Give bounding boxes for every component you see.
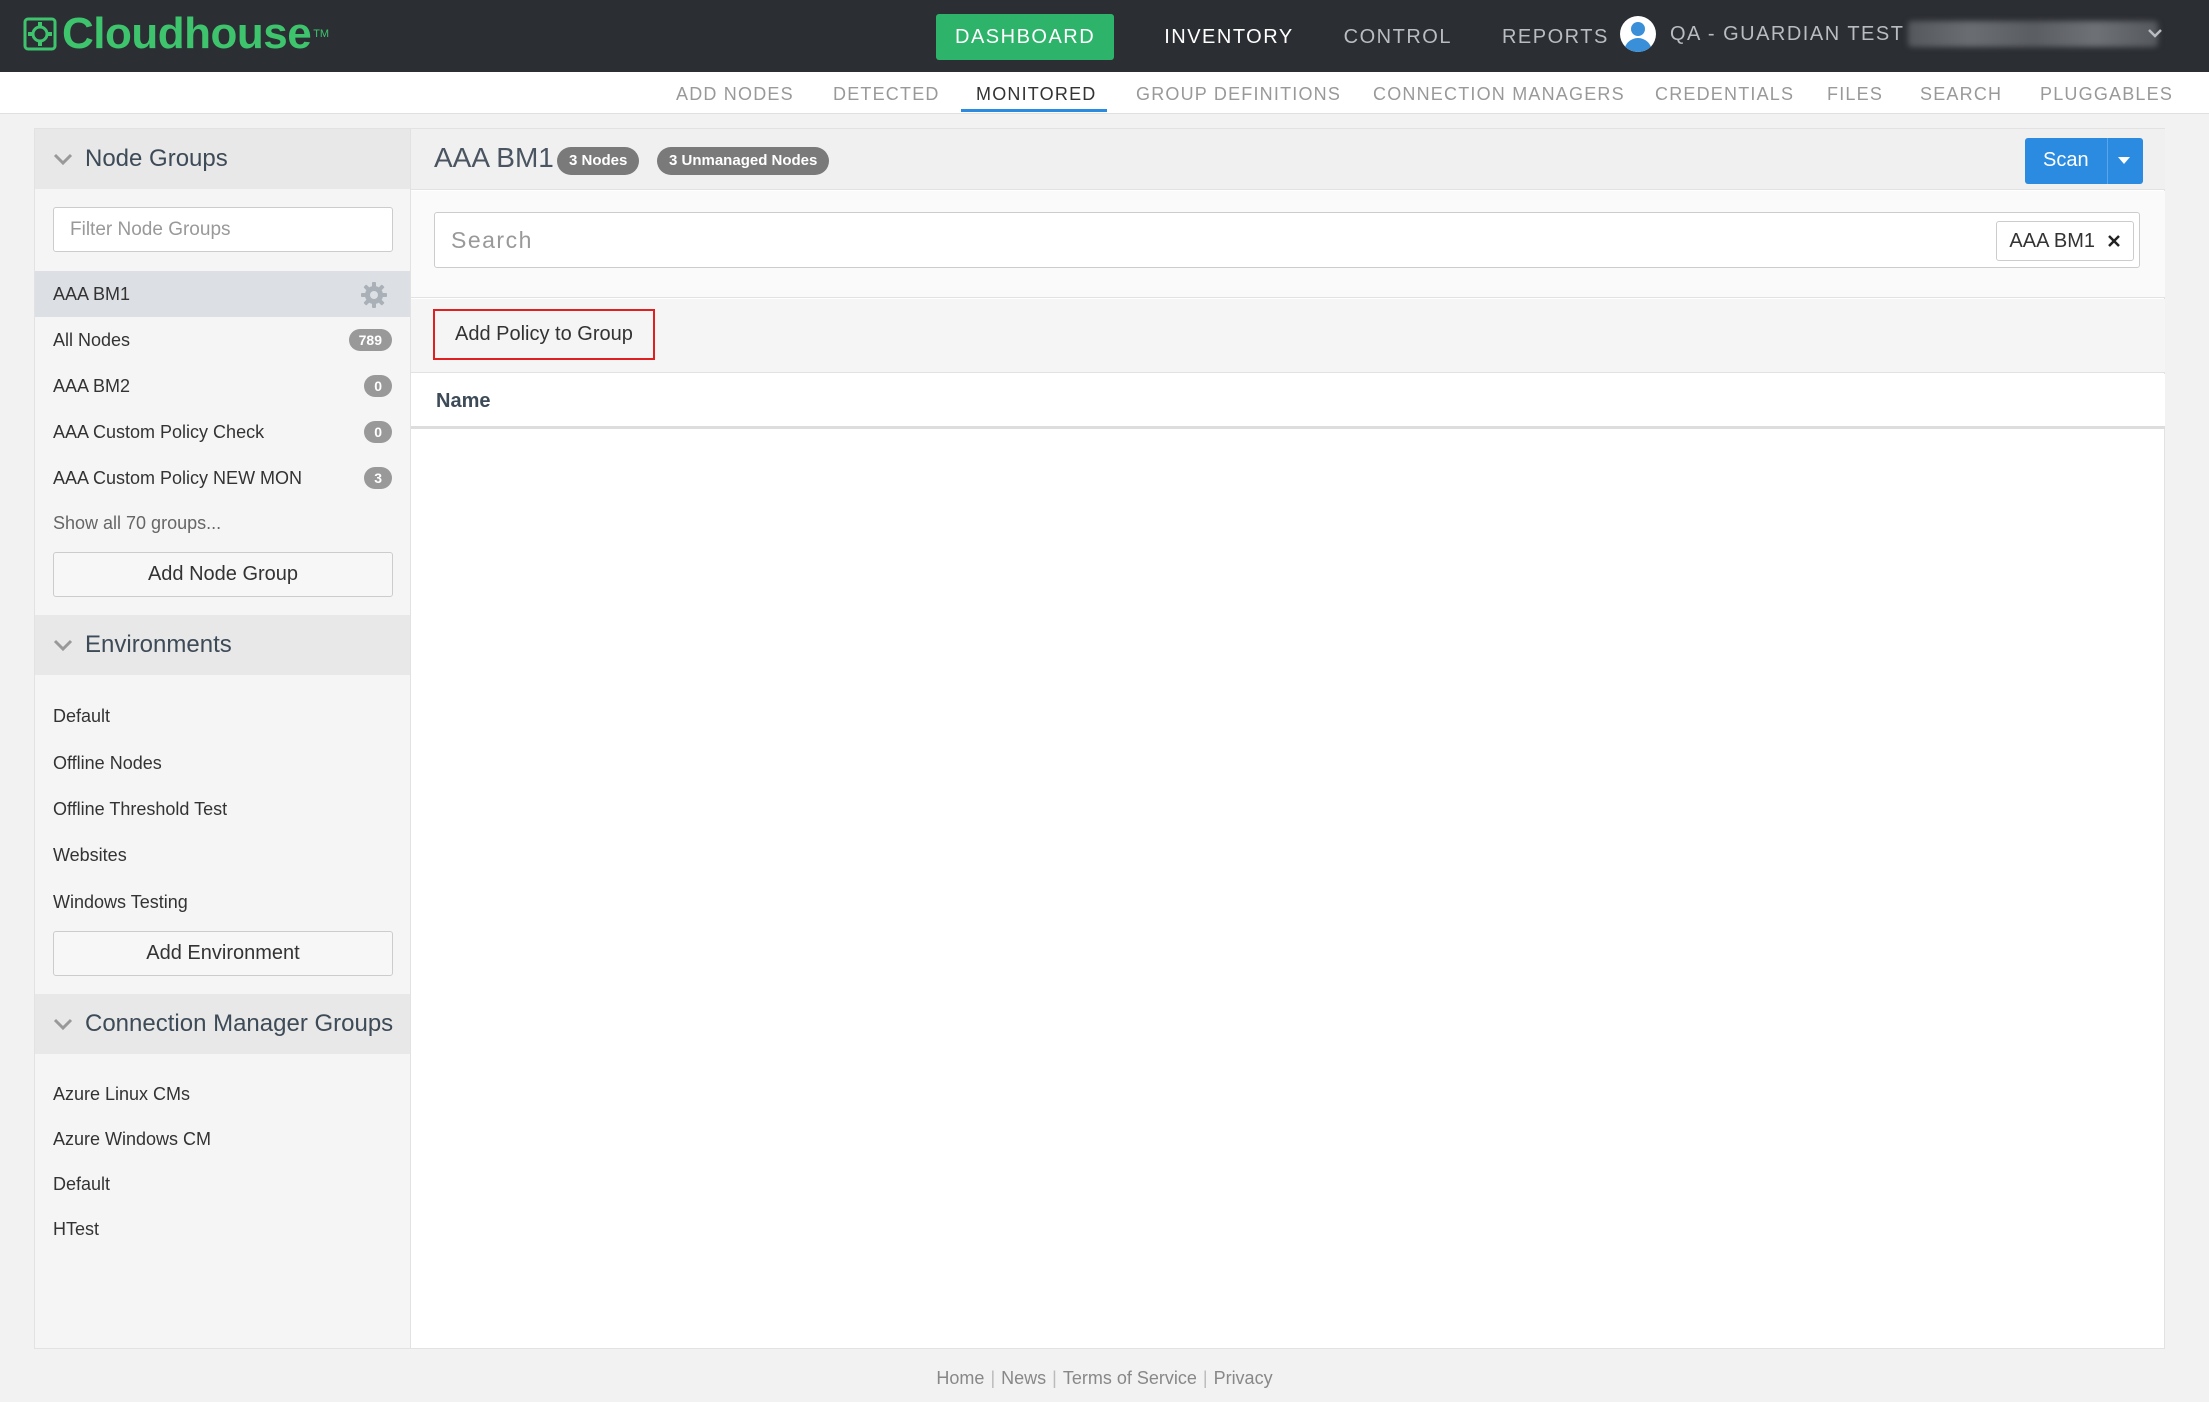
node-group-label: AAA Custom Policy Check: [53, 421, 265, 442]
node-count-badge: 0: [364, 421, 392, 443]
footer-link-terms[interactable]: Terms of Service: [1063, 1368, 1197, 1388]
environment-item[interactable]: Offline Threshold Test: [53, 799, 227, 820]
caret-down-icon[interactable]: [2118, 157, 2130, 164]
chevron-down-icon: [53, 153, 73, 166]
connection-manager-groups-header[interactable]: Connection Manager Groups: [35, 994, 410, 1054]
environment-item[interactable]: Offline Nodes: [53, 753, 162, 774]
node-group-label: AAA Custom Policy NEW MON: [53, 467, 303, 488]
add-node-group-button[interactable]: Add Node Group: [53, 552, 393, 597]
chevron-down-icon[interactable]: [2148, 26, 2162, 40]
table-header: Name: [411, 374, 2165, 429]
node-groups-title: Node Groups: [85, 145, 228, 172]
nodes-count-badge: 3 Nodes: [557, 147, 640, 175]
node-count-badge: 3: [364, 467, 392, 489]
sub-nav: ADD NODES DETECTED MONITORED GROUP DEFIN…: [0, 72, 2209, 114]
main-nav: DASHBOARD INVENTORY CONTROL REPORTS: [936, 14, 1659, 60]
scan-button-label: Scan: [2043, 149, 2089, 171]
node-group-label: AAA BM1: [53, 283, 131, 304]
scan-button-divider: [2107, 138, 2108, 184]
footer-link-home[interactable]: Home: [936, 1368, 984, 1388]
cloudhouse-logo-icon: [23, 17, 57, 51]
node-group-item[interactable]: AAA Custom Policy NEW MON 3: [35, 455, 410, 501]
node-group-item[interactable]: AAA BM1: [35, 271, 410, 317]
environment-item[interactable]: Default: [53, 706, 110, 727]
node-group-label: All Nodes: [53, 329, 131, 350]
environment-item[interactable]: Windows Testing: [53, 892, 188, 913]
node-group-label: AAA BM2: [53, 375, 131, 396]
connection-manager-groups-title: Connection Manager Groups: [85, 1010, 394, 1037]
action-bar: Add Policy to Group: [411, 299, 2165, 373]
logo-text: Cloudhouse: [62, 9, 312, 58]
node-group-item[interactable]: All Nodes 789: [35, 317, 410, 363]
node-group-item[interactable]: AAA Custom Policy Check 0: [35, 409, 410, 455]
footer-separator: |: [990, 1368, 996, 1388]
subnav-search[interactable]: SEARCH: [1920, 84, 2002, 105]
node-count-badge: 0: [364, 375, 392, 397]
node-groups-header[interactable]: Node Groups: [35, 129, 410, 189]
environments-header[interactable]: Environments: [35, 615, 410, 675]
content-area: AAA BM1 3 Nodes 3 Unmanaged Nodes Scan A…: [411, 129, 2165, 1348]
search-input[interactable]: [435, 213, 1935, 267]
top-bar: Cloudhouse TM DASHBOARD INVENTORY CONTRO…: [0, 0, 2209, 72]
chevron-down-icon: [53, 1018, 73, 1031]
environment-item[interactable]: Websites: [53, 845, 127, 866]
nav-dashboard-button[interactable]: DASHBOARD: [936, 14, 1115, 60]
unmanaged-nodes-badge: 3 Unmanaged Nodes: [657, 147, 830, 175]
cm-group-item[interactable]: HTest: [53, 1219, 99, 1240]
footer-separator: |: [1202, 1368, 1208, 1388]
redacted-account-name: [1908, 21, 2159, 47]
cm-group-item[interactable]: Azure Windows CM: [53, 1129, 211, 1150]
nav-reports[interactable]: REPORTS: [1502, 14, 1609, 60]
footer-link-news[interactable]: News: [1001, 1368, 1046, 1388]
filter-chip: AAA BM1: [1996, 221, 2134, 261]
search-row: AAA BM1: [411, 191, 2165, 298]
gear-icon[interactable]: [360, 281, 388, 309]
subnav-credentials[interactable]: CREDENTIALS: [1655, 84, 1794, 105]
user-name: QA - GUARDIAN TEST: [1670, 22, 1905, 45]
main-panel: Node Groups AAA BM1 A: [34, 128, 2165, 1349]
subnav-group-definitions[interactable]: GROUP DEFINITIONS: [1136, 84, 1341, 105]
user-avatar-icon: [1620, 16, 1656, 52]
subnav-add-nodes[interactable]: ADD NODES: [676, 84, 794, 105]
footer-separator: |: [1052, 1368, 1057, 1388]
subnav-pluggables[interactable]: PLUGGABLES: [2040, 84, 2173, 105]
subnav-monitored[interactable]: MONITORED: [976, 84, 1096, 105]
add-environment-button[interactable]: Add Environment: [53, 931, 393, 976]
cm-group-item[interactable]: Default: [53, 1174, 110, 1195]
subnav-connection-managers[interactable]: CONNECTION MANAGERS: [1373, 84, 1625, 105]
node-count-badge: 789: [348, 329, 392, 351]
nav-control[interactable]: CONTROL: [1344, 14, 1452, 60]
sidebar: Node Groups AAA BM1 A: [35, 129, 411, 1348]
subnav-files[interactable]: FILES: [1827, 84, 1883, 105]
node-group-item[interactable]: AAA BM2 0: [35, 363, 410, 409]
add-policy-to-group-button[interactable]: Add Policy to Group: [433, 309, 655, 360]
logo-trademark: TM: [313, 28, 330, 40]
nav-inventory[interactable]: INVENTORY: [1164, 14, 1293, 60]
footer: Home | News | Terms of Service | Privacy: [0, 1368, 2209, 1389]
column-header-name[interactable]: Name: [436, 390, 490, 413]
filter-node-groups-input[interactable]: [53, 207, 393, 252]
group-header: AAA BM1 3 Nodes 3 Unmanaged Nodes Scan: [411, 129, 2165, 190]
chevron-down-icon: [53, 639, 73, 652]
group-title: AAA BM1: [434, 142, 554, 173]
environments-title: Environments: [85, 631, 232, 658]
subnav-detected[interactable]: DETECTED: [833, 84, 940, 105]
show-all-groups-link[interactable]: Show all 70 groups...: [53, 513, 221, 534]
subnav-active-indicator: [961, 109, 1107, 112]
close-icon[interactable]: [2107, 234, 2121, 248]
cm-group-item[interactable]: Azure Linux CMs: [53, 1084, 190, 1105]
scan-split-button[interactable]: Scan: [2025, 138, 2143, 184]
search-box[interactable]: AAA BM1: [434, 212, 2140, 268]
filter-chip-label: AAA BM1: [2009, 229, 2095, 252]
footer-link-privacy[interactable]: Privacy: [1214, 1368, 1273, 1388]
cloudhouse-logo[interactable]: Cloudhouse TM: [22, 12, 329, 56]
user-menu[interactable]: QA - GUARDIAN TEST: [1620, 16, 2159, 52]
